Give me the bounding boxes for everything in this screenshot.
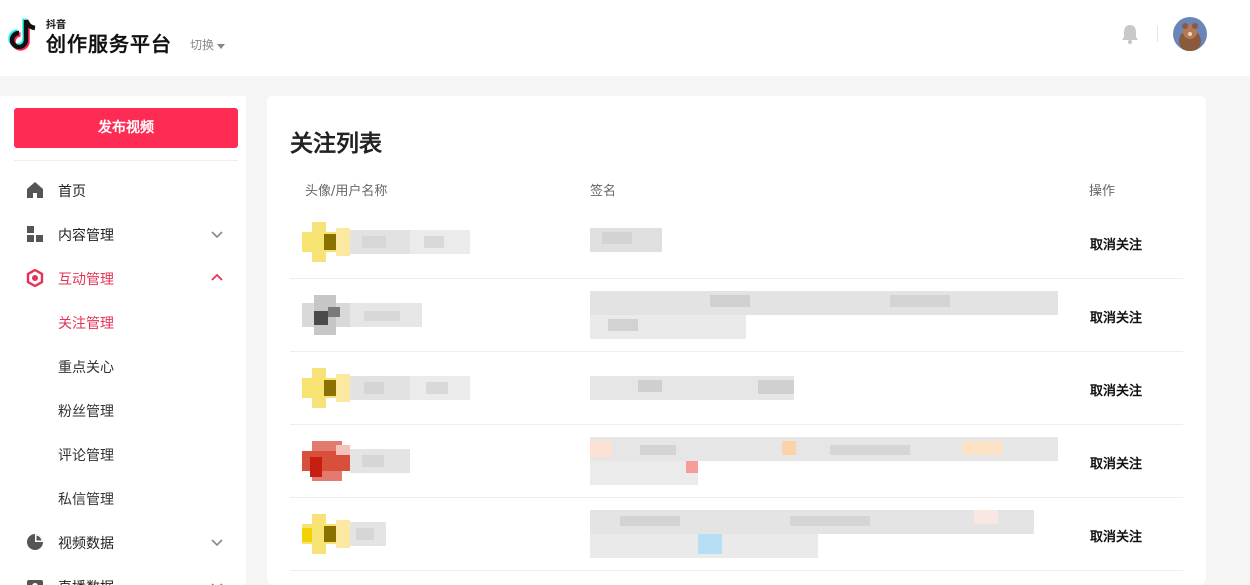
unfollow-button[interactable]: 取消关注 <box>1090 526 1142 545</box>
unfollow-button[interactable]: 取消关注 <box>1090 380 1142 399</box>
sidebar-subitem-label: 私信管理 <box>58 492 114 508</box>
column-header-avatar-username: 头像/用户名称 <box>305 184 388 199</box>
app-title: 创作服务平台 <box>46 32 172 56</box>
table-row: 取消关注 <box>290 206 1183 279</box>
switch-label: 切换 <box>190 38 215 52</box>
sidebar-subitem-label: 重点关心 <box>58 360 114 376</box>
douyin-logo-icon[interactable] <box>6 16 40 52</box>
sidebar-item-content[interactable]: 内容管理 <box>0 212 246 256</box>
sidebar-item-label: 直播数据 <box>58 577 114 585</box>
sidebar-item-video-data[interactable]: 视频数据 <box>0 520 246 564</box>
sidebar-item-interaction[interactable]: 互动管理 <box>0 256 246 300</box>
sidebar-subitem-label: 关注管理 <box>58 316 114 332</box>
sidebar-subitem-comments[interactable]: 评论管理 <box>0 432 246 476</box>
live-icon <box>27 580 43 585</box>
publish-video-button[interactable]: 发布视频 <box>14 108 238 148</box>
user-avatar-blurred[interactable] <box>302 368 350 408</box>
follow-list-card: 关注列表 头像/用户名称 签名 操作 取消关注 取消关注 取消关注 取消关注 取… <box>267 96 1206 585</box>
column-header-signature: 签名 <box>590 184 617 199</box>
chevron-up-icon <box>211 273 223 281</box>
sidebar-subitem-fans[interactable]: 粉丝管理 <box>0 388 246 432</box>
sidebar-item-home[interactable]: 首页 <box>0 168 246 212</box>
sidebar: 发布视频 首页 内容管理 互动管理 关注管理 重点关心 粉丝管理 评论管理 私信… <box>0 96 246 585</box>
unfollow-button[interactable]: 取消关注 <box>1090 234 1142 253</box>
home-icon <box>27 182 43 198</box>
pie-chart-icon <box>27 534 43 550</box>
caret-down-icon <box>217 43 226 49</box>
table-row: 取消关注 <box>290 352 1183 425</box>
user-avatar-blurred[interactable] <box>302 222 350 262</box>
switch-dropdown[interactable]: 切换 <box>190 36 226 53</box>
sidebar-item-label: 视频数据 <box>58 536 114 552</box>
bell-icon[interactable] <box>1119 23 1141 45</box>
header-divider <box>1157 26 1158 42</box>
unfollow-button[interactable]: 取消关注 <box>1090 453 1142 472</box>
user-avatar[interactable] <box>1173 17 1207 51</box>
sidebar-subitem-follow-management[interactable]: 关注管理 <box>0 300 246 344</box>
signature-blurred <box>590 364 1070 412</box>
sidebar-item-live-data[interactable]: 直播数据 <box>0 564 246 585</box>
unfollow-button[interactable]: 取消关注 <box>1090 307 1142 326</box>
signature-blurred <box>590 510 1070 558</box>
sidebar-divider <box>14 160 238 161</box>
table-row: 取消关注 <box>290 425 1183 498</box>
chevron-down-icon <box>211 231 223 239</box>
column-header-action: 操作 <box>1089 184 1116 199</box>
sidebar-subitem-key-care[interactable]: 重点关心 <box>0 344 246 388</box>
user-avatar-blurred[interactable] <box>302 295 350 335</box>
user-avatar-blurred[interactable] <box>302 441 350 481</box>
signature-blurred <box>590 437 1070 485</box>
top-header: 抖音 创作服务平台 切换 <box>0 0 1250 76</box>
sidebar-subitem-label: 评论管理 <box>58 448 114 464</box>
sidebar-item-label: 首页 <box>58 184 86 200</box>
user-avatar-blurred[interactable] <box>302 514 350 554</box>
page-title: 关注列表 <box>290 131 382 157</box>
grid-icon <box>27 225 44 242</box>
table-row: 取消关注 <box>290 498 1183 571</box>
chevron-down-icon <box>211 583 223 585</box>
sidebar-subitem-label: 粉丝管理 <box>58 404 114 420</box>
interaction-icon <box>26 269 44 287</box>
table-row: 取消关注 <box>290 279 1183 352</box>
sidebar-subitem-messages[interactable]: 私信管理 <box>0 476 246 520</box>
sidebar-item-label: 内容管理 <box>58 228 114 244</box>
signature-blurred <box>590 291 1070 339</box>
chevron-down-icon <box>211 539 223 547</box>
sidebar-item-label: 互动管理 <box>58 272 114 288</box>
signature-blurred <box>590 218 1070 266</box>
